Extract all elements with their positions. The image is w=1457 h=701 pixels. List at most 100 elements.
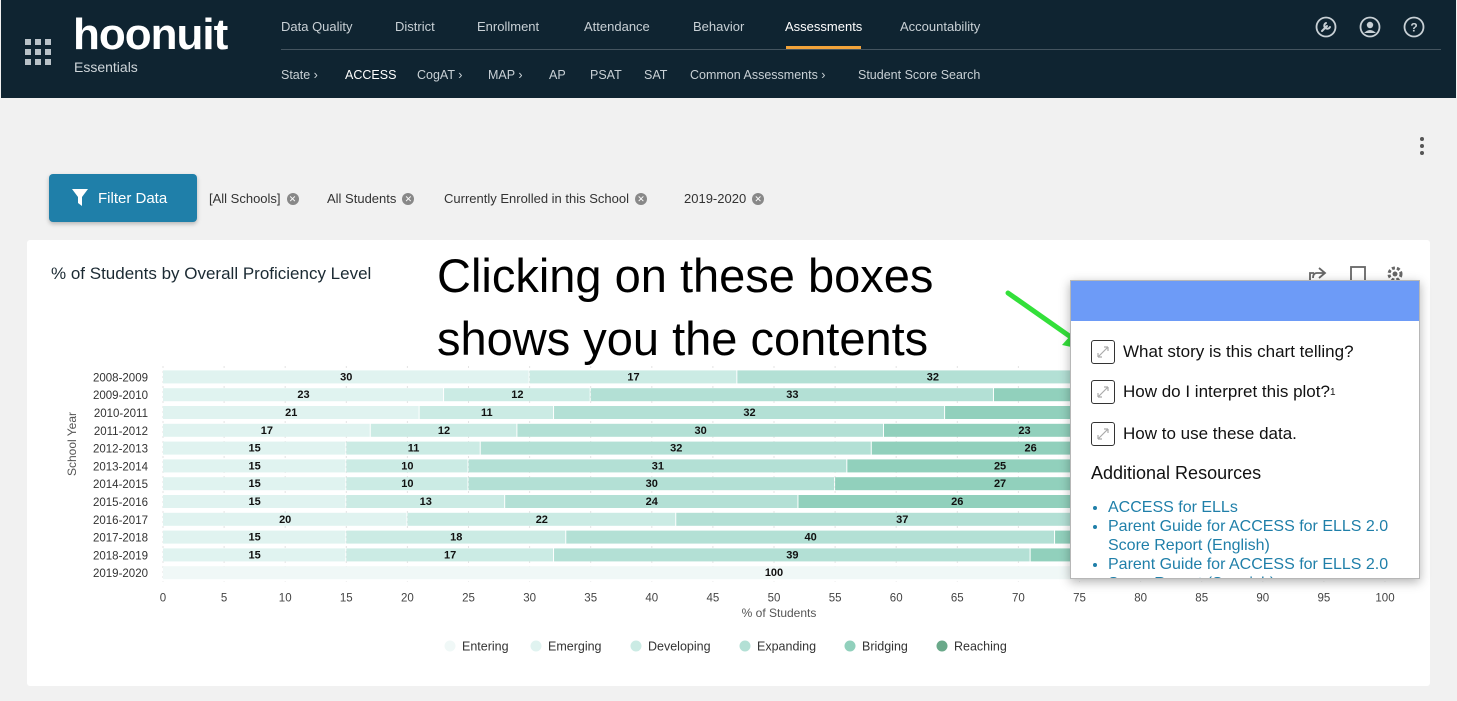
- y-tick-label: 2018-2019: [93, 550, 148, 562]
- filter-chip-enrollment: Currently Enrolled in this School ✕: [444, 191, 647, 206]
- expand-box-icon[interactable]: [1091, 380, 1115, 404]
- x-tick-label: 40: [645, 593, 658, 605]
- y-tick-label: 2012-2013: [93, 444, 148, 456]
- subnav-cogat[interactable]: CogAT ›: [417, 68, 462, 82]
- x-tick-label: 95: [1318, 593, 1331, 605]
- popup-item-use[interactable]: How to use these data.: [1091, 422, 1297, 446]
- legend-label[interactable]: Emerging: [548, 640, 602, 654]
- bar-data-label: 39: [786, 549, 798, 561]
- legend-label[interactable]: Entering: [462, 640, 509, 654]
- resources-list: ACCESS for ELLs Parent Guide for ACCESS …: [1108, 498, 1408, 578]
- x-tick-label: 10: [279, 593, 292, 605]
- x-tick-label: 50: [768, 593, 781, 605]
- y-tick-label: 2010-2011: [94, 408, 148, 420]
- x-tick-label: 70: [1012, 593, 1025, 605]
- legend-label[interactable]: Developing: [648, 640, 711, 654]
- y-tick-label: 2008-2009: [93, 372, 148, 384]
- filter-chip-label: All Students: [327, 191, 397, 206]
- subnav-student-score-search[interactable]: Student Score Search: [858, 68, 980, 82]
- filter-icon: [72, 189, 88, 206]
- filter-chip-schools: [All Schools] ✕: [209, 191, 299, 206]
- bar-data-label: 10: [401, 478, 413, 490]
- filter-chip-year: 2019-2020 ✕: [684, 191, 765, 206]
- x-tick-label: 85: [1195, 593, 1208, 605]
- subnav-common-assessments[interactable]: Common Assessments ›: [690, 68, 825, 82]
- bar-data-label: 15: [249, 443, 261, 455]
- legend-label[interactable]: Reaching: [954, 640, 1007, 654]
- footnote-mark: 1: [1329, 386, 1336, 398]
- x-tick-label: 20: [401, 593, 414, 605]
- x-tick-label: 100: [1375, 593, 1394, 605]
- bar-data-label: 100: [765, 567, 783, 579]
- remove-chip-icon[interactable]: ✕: [402, 192, 415, 205]
- app-grid-icon[interactable]: [25, 39, 51, 65]
- nav-assessments[interactable]: Assessments: [785, 19, 862, 34]
- annotation-line: Clicking on these boxes: [437, 249, 934, 302]
- x-tick-label: 30: [523, 593, 536, 605]
- filter-data-button[interactable]: Filter Data: [49, 174, 197, 222]
- bar-data-label: 40: [805, 532, 817, 544]
- nav-divider: [281, 49, 1441, 50]
- popup-item-label: How do I interpret this plot?: [1123, 382, 1330, 401]
- bar-data-label: 31: [652, 460, 664, 472]
- chart-info-popup: What story is this chart telling? How do…: [1070, 280, 1420, 579]
- nav-enrollment[interactable]: Enrollment: [477, 19, 539, 34]
- bar-data-label: 26: [951, 496, 963, 508]
- subnav-psat[interactable]: PSAT: [590, 68, 622, 82]
- logo[interactable]: hoonuit: [73, 10, 228, 60]
- filter-chip-label: Currently Enrolled in this School: [444, 191, 629, 206]
- x-axis-label: % of Students: [742, 606, 817, 620]
- remove-chip-icon[interactable]: ✕: [752, 192, 765, 205]
- bar-data-label: 21: [285, 407, 297, 419]
- expand-box-icon[interactable]: [1091, 340, 1115, 364]
- x-tick-label: 60: [890, 593, 903, 605]
- resource-link[interactable]: Parent Guide for ACCESS for ELLS 2.0 Sco…: [1108, 555, 1408, 578]
- x-tick-label: 65: [951, 593, 964, 605]
- remove-chip-icon[interactable]: ✕: [286, 192, 299, 205]
- subnav-ap[interactable]: AP: [549, 68, 566, 82]
- resource-link[interactable]: ACCESS for ELLs: [1108, 498, 1408, 517]
- subnav-state[interactable]: State ›: [281, 68, 318, 82]
- y-tick-label: 2011-2012: [94, 426, 148, 438]
- more-options-icon[interactable]: [1419, 137, 1425, 155]
- legend-label[interactable]: Expanding: [757, 640, 816, 654]
- bar-data-label: 11: [481, 407, 493, 419]
- remove-chip-icon[interactable]: ✕: [634, 192, 647, 205]
- subnav-access[interactable]: ACCESS: [345, 68, 396, 82]
- legend-label[interactable]: Bridging: [862, 640, 908, 654]
- resource-link[interactable]: Parent Guide for ACCESS for ELLS 2.0 Sco…: [1108, 517, 1408, 555]
- bar-data-label: 30: [646, 478, 658, 490]
- x-tick-label: 5: [221, 593, 227, 605]
- legend-swatch: [739, 640, 751, 652]
- filter-chip-label: 2019-2020: [684, 191, 747, 206]
- subnav-sat[interactable]: SAT: [644, 68, 667, 82]
- help-icon[interactable]: ?: [1403, 16, 1425, 38]
- nav-attendance[interactable]: Attendance: [584, 19, 650, 34]
- x-tick-label: 75: [1073, 593, 1086, 605]
- subnav-map[interactable]: MAP ›: [488, 68, 523, 82]
- nav-accountability[interactable]: Accountability: [900, 19, 980, 34]
- popup-item-story[interactable]: What story is this chart telling?: [1091, 340, 1354, 364]
- bar-data-label: 30: [695, 425, 707, 437]
- wrench-icon[interactable]: [1315, 16, 1337, 38]
- y-tick-label: 2009-2010: [93, 390, 148, 402]
- bar-data-label: 10: [401, 460, 413, 472]
- nav-data-quality[interactable]: Data Quality: [281, 19, 353, 34]
- bar-data-label: 15: [249, 460, 261, 472]
- popup-item-label: How to use these data.: [1123, 424, 1297, 443]
- user-icon[interactable]: [1359, 16, 1381, 38]
- y-tick-label: 2016-2017: [93, 515, 148, 527]
- popup-item-interpret[interactable]: How do I interpret this plot? 1: [1091, 380, 1336, 404]
- nav-behavior[interactable]: Behavior: [693, 19, 744, 34]
- legend-swatch: [630, 640, 642, 652]
- x-tick-label: 45: [707, 593, 720, 605]
- x-tick-label: 15: [340, 593, 353, 605]
- nav-district[interactable]: District: [395, 19, 435, 34]
- bar-data-label: 15: [249, 478, 261, 490]
- y-axis-label: School Year: [65, 412, 79, 476]
- expand-box-icon[interactable]: [1091, 422, 1115, 446]
- y-tick-label: 2017-2018: [93, 533, 148, 545]
- popup-item-label: What story is this chart telling?: [1123, 342, 1354, 361]
- bar-data-label: 23: [1018, 425, 1030, 437]
- y-tick-label: 2014-2015: [93, 479, 148, 491]
